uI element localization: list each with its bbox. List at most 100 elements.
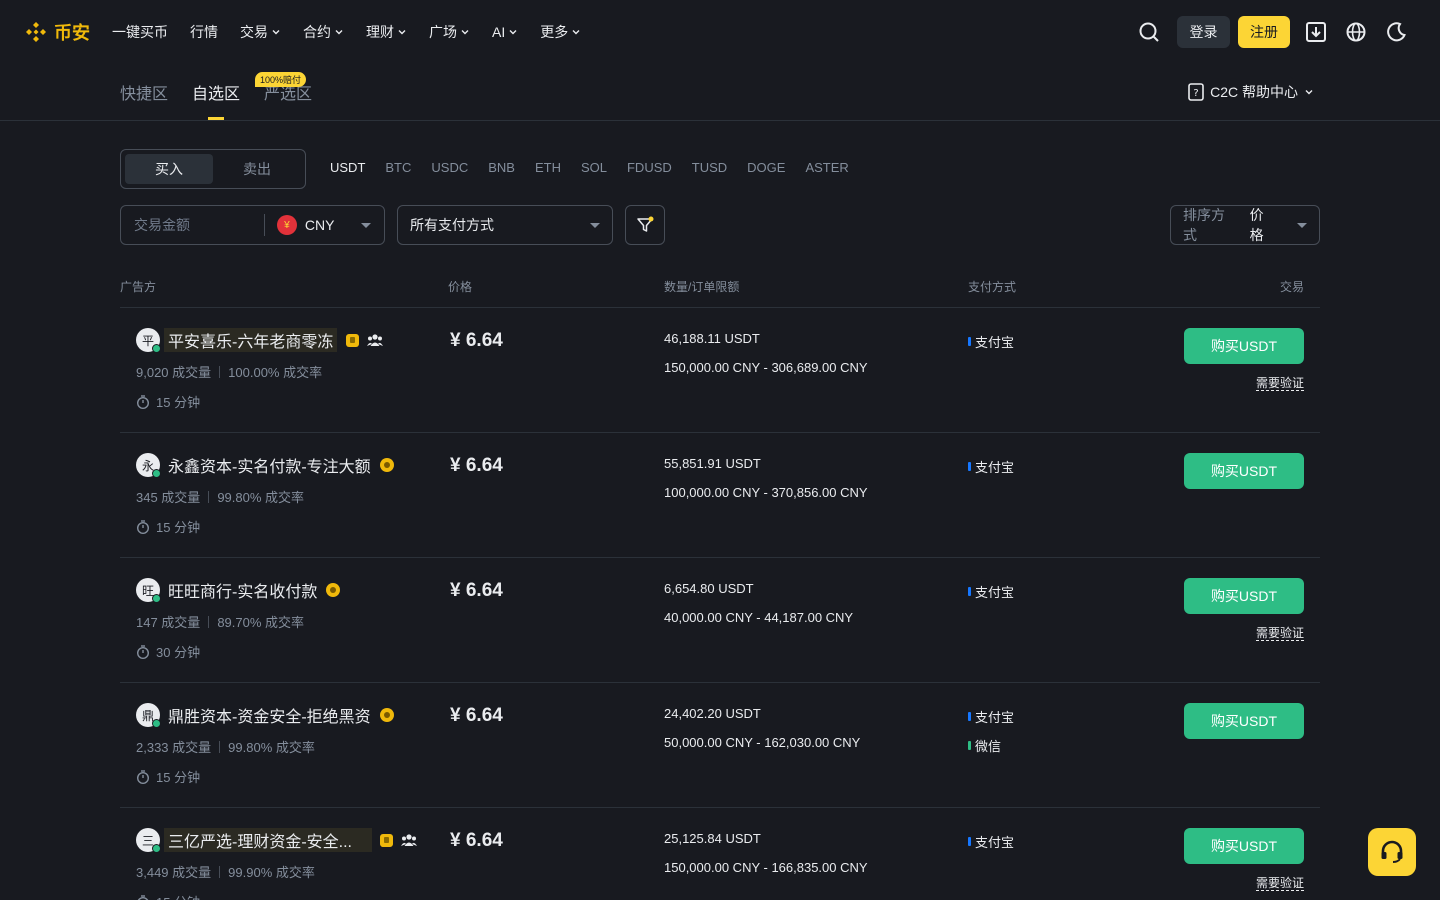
caret-down-icon bbox=[1297, 222, 1307, 228]
time-limit: 15 分钟 bbox=[156, 395, 201, 410]
c2c-help-center[interactable]: ? C2C 帮助中心 bbox=[1188, 82, 1314, 102]
coin-tab[interactable]: ASTER bbox=[805, 160, 848, 175]
order-limit: 150,000.00 CNY - 306,689.00 CNY bbox=[664, 360, 868, 375]
price: ¥ 6.64 bbox=[450, 580, 503, 601]
timer-icon bbox=[137, 769, 149, 784]
buy-tab[interactable]: 买入 bbox=[125, 154, 213, 184]
merchant-name[interactable]: 鼎胜资本-资金安全-拒绝黑资 bbox=[164, 703, 375, 727]
price: ¥ 6.64 bbox=[450, 455, 503, 476]
funnel-icon bbox=[637, 216, 654, 232]
merchant-badges bbox=[326, 583, 340, 597]
payment-name: 支付宝 bbox=[975, 460, 1015, 475]
buy-usdt-button[interactable]: 购买USDT bbox=[1184, 828, 1304, 864]
moon-icon[interactable] bbox=[1376, 16, 1416, 48]
buy-usdt-button[interactable]: 购买USDT bbox=[1184, 453, 1304, 489]
coin-tab[interactable]: USDC bbox=[431, 160, 468, 175]
merchant-badges bbox=[380, 708, 394, 722]
customer-support-button[interactable] bbox=[1368, 828, 1416, 876]
merchant-name[interactable]: 三亿严选-理财资金-安全... bbox=[164, 828, 372, 852]
payment-color-bar bbox=[968, 337, 971, 346]
menu-item[interactable]: 理财 bbox=[366, 22, 407, 42]
svg-text:?: ? bbox=[1193, 88, 1198, 99]
buy-usdt-button[interactable]: 购买USDT bbox=[1184, 328, 1304, 364]
chevron-down-icon bbox=[1305, 90, 1313, 95]
menu-item[interactable]: 广场 bbox=[429, 22, 470, 42]
payment-name: 支付宝 bbox=[975, 585, 1015, 600]
coin-tab[interactable]: BNB bbox=[488, 160, 515, 175]
order-limit: 100,000.00 CNY - 370,856.00 CNY bbox=[664, 485, 868, 500]
buy-usdt-button[interactable]: 购买USDT bbox=[1184, 578, 1304, 614]
avatar[interactable]: 永 bbox=[136, 453, 161, 478]
coin-tab[interactable]: SOL bbox=[581, 160, 607, 175]
group-icon bbox=[367, 334, 383, 346]
payment-color-bar bbox=[968, 712, 971, 721]
payment-method-select[interactable]: 所有支付方式 bbox=[397, 205, 613, 245]
payment-time: 15 分钟 bbox=[136, 517, 200, 536]
avatar[interactable]: 鼎 bbox=[136, 703, 161, 728]
search-icon[interactable] bbox=[1129, 16, 1169, 48]
merchant-stats: 2,333 成交量 99.80% 成交率 bbox=[136, 737, 315, 756]
time-limit: 30 分钟 bbox=[156, 645, 201, 660]
gold-merchant-icon bbox=[380, 708, 394, 722]
buy-usdt-button[interactable]: 购买USDT bbox=[1184, 703, 1304, 739]
menu-item[interactable]: 更多 bbox=[540, 22, 581, 42]
payment-time: 15 分钟 bbox=[136, 767, 200, 786]
menu-item[interactable]: 交易 bbox=[240, 22, 281, 42]
menu-item-label: 一键买币 bbox=[112, 24, 168, 40]
currency-select[interactable]: ¥ CNY bbox=[265, 215, 384, 235]
table-row: 永永鑫资本-实名付款-专注大额 345 成交量 99.80% 成交率 15 分钟 ¥ 6… bbox=[120, 433, 1320, 558]
coin-tab[interactable]: ETH bbox=[535, 160, 561, 175]
merchant-name[interactable]: 旺旺商行-实名收付款 bbox=[164, 578, 321, 602]
binance-logo[interactable]: 币安 bbox=[24, 19, 90, 45]
available-amount: 55,851.91 USDT bbox=[664, 456, 761, 471]
price: ¥ 6.64 bbox=[450, 705, 503, 726]
timer-icon bbox=[137, 894, 149, 900]
menu-item[interactable]: 合约 bbox=[303, 22, 344, 42]
chevron-down-icon bbox=[461, 30, 469, 35]
coin-tab[interactable]: DOGE bbox=[747, 160, 785, 175]
payment-method: 支付宝 bbox=[968, 707, 1014, 726]
menu-item[interactable]: 行情 bbox=[190, 22, 218, 42]
merchant-name[interactable]: 平安喜乐-六年老商零冻 bbox=[164, 328, 338, 352]
currency-label: CNY bbox=[304, 217, 335, 233]
menu-item[interactable]: 一键买币 bbox=[112, 22, 168, 42]
login-button[interactable]: 登录 bbox=[1177, 16, 1230, 48]
merchant-name[interactable]: 永鑫资本-实名付款-专注大额 bbox=[164, 453, 375, 477]
payment-method: 支付宝 bbox=[968, 332, 1014, 351]
main-menu: 一键买币 行情 交易 合约 理财 广场 AI 更多 bbox=[112, 0, 603, 64]
guarantee-badge: 100%赔付 bbox=[255, 72, 307, 87]
payment-method: 支付宝 bbox=[968, 832, 1014, 851]
avatar[interactable]: 平 bbox=[136, 328, 161, 353]
tab-quick[interactable]: 快捷区 bbox=[120, 80, 168, 120]
coin-tab[interactable]: FDUSD bbox=[627, 160, 672, 175]
completion-rate: 100.00% 成交率 bbox=[228, 365, 323, 380]
stats-divider bbox=[208, 615, 210, 628]
verification-required-link[interactable]: 需要验证 bbox=[1255, 876, 1304, 891]
menu-item[interactable]: AI bbox=[492, 24, 518, 40]
avatar[interactable]: 三 bbox=[136, 828, 161, 853]
download-icon[interactable] bbox=[1296, 16, 1336, 48]
verification-required-link[interactable]: 需要验证 bbox=[1255, 376, 1304, 391]
coin-tab[interactable]: USDT bbox=[330, 160, 365, 175]
sell-tab[interactable]: 卖出 bbox=[213, 154, 301, 184]
order-limit: 50,000.00 CNY - 162,030.00 CNY bbox=[664, 735, 861, 750]
filter-button[interactable] bbox=[625, 205, 665, 245]
register-button[interactable]: 注册 bbox=[1238, 16, 1290, 48]
coin-tab[interactable]: BTC bbox=[385, 160, 411, 175]
header-advertiser: 广告方 bbox=[120, 280, 157, 294]
coin-tab[interactable]: TUSD bbox=[692, 160, 727, 175]
payment-method-label: 所有支付方式 bbox=[410, 217, 494, 233]
caret-down-icon bbox=[360, 222, 371, 228]
sort-select[interactable]: 排序方式 价格 bbox=[1170, 205, 1320, 245]
amount-input[interactable]: 交易金额 bbox=[121, 215, 264, 235]
help-label: C2C 帮助中心 bbox=[1210, 84, 1298, 100]
verification-required-link[interactable]: 需要验证 bbox=[1255, 626, 1304, 641]
merchant-stats: 3,449 成交量 99.90% 成交率 bbox=[136, 862, 315, 881]
avatar[interactable]: 旺 bbox=[136, 578, 161, 603]
timer-icon bbox=[137, 394, 149, 409]
verified-shield-icon bbox=[346, 333, 359, 347]
time-limit: 15 分钟 bbox=[156, 770, 201, 785]
completion-rate: 99.80% 成交率 bbox=[217, 490, 305, 505]
tab-custom[interactable]: 自选区 bbox=[192, 80, 240, 120]
globe-icon[interactable] bbox=[1336, 16, 1376, 48]
